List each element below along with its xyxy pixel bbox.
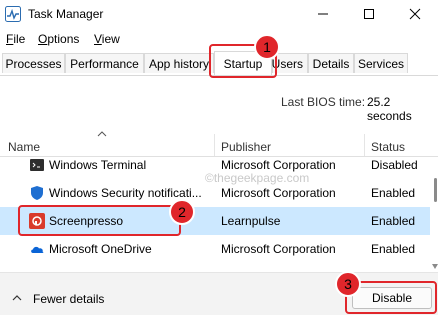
cloud-icon xyxy=(29,241,45,257)
row-name: Windows Security notificati... xyxy=(49,186,202,200)
row-status: Enabled xyxy=(371,214,416,228)
shield-icon xyxy=(29,185,45,201)
annotation-badge-2: 2 xyxy=(169,199,195,225)
annotation-badge-1: 1 xyxy=(254,34,280,60)
menu-view[interactable]: View xyxy=(94,32,120,46)
row-name: Windows Terminal xyxy=(49,158,147,172)
terminal-icon xyxy=(29,157,45,173)
row-status: Enabled xyxy=(371,186,416,200)
maximize-icon xyxy=(364,9,374,19)
task-manager-icon xyxy=(5,6,21,22)
row-status: Enabled xyxy=(371,242,416,256)
fewer-details-link[interactable]: Fewer details xyxy=(33,292,104,306)
menu-file[interactable]: File xyxy=(6,32,25,46)
annotation-highlight-screenpresso xyxy=(18,205,181,236)
vertical-scrollbar[interactable] xyxy=(430,156,438,270)
row-publisher: Microsoft Corporation xyxy=(221,158,336,172)
tab-performance[interactable]: Performance xyxy=(65,53,144,73)
chevron-up-icon[interactable] xyxy=(12,292,22,306)
annotation-badge-3: 3 xyxy=(335,271,361,297)
close-icon xyxy=(409,8,421,20)
row-status: Disabled xyxy=(371,158,418,172)
menu-options[interactable]: Options xyxy=(38,32,79,46)
tab-users[interactable]: Users xyxy=(272,53,308,73)
row-name: Microsoft OneDrive xyxy=(49,242,152,256)
last-bios-time-value: 25.2 seconds xyxy=(367,95,412,123)
tab-details[interactable]: Details xyxy=(308,53,354,73)
tab-services[interactable]: Services xyxy=(354,53,408,73)
tab-processes[interactable]: Processes xyxy=(2,53,65,73)
minimize-icon xyxy=(318,13,328,15)
window-title: Task Manager xyxy=(28,7,104,21)
scroll-down-icon[interactable] xyxy=(432,258,438,272)
tab-app-history[interactable]: App history xyxy=(144,53,214,73)
maximize-button[interactable] xyxy=(346,0,392,28)
scrollbar-thumb[interactable] xyxy=(434,178,437,202)
row-publisher: Learnpulse xyxy=(221,214,281,228)
row-publisher: Microsoft Corporation xyxy=(221,242,336,256)
minimize-button[interactable] xyxy=(300,0,346,28)
row-publisher: Microsoft Corporation xyxy=(221,186,336,200)
close-button[interactable] xyxy=(392,0,438,28)
last-bios-time-label: Last BIOS time: xyxy=(281,95,366,109)
watermark-text: ©thegeekpage.com xyxy=(205,171,310,185)
